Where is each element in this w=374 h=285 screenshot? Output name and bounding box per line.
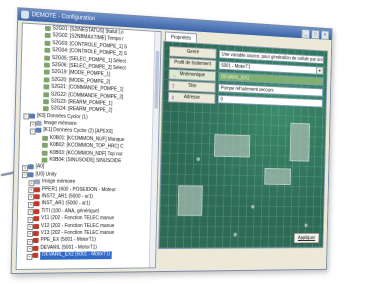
properties-panel: Genre Une variable source, pour génératio… bbox=[158, 40, 328, 250]
doc-icon bbox=[43, 91, 50, 97]
tree-item[interactable]: + DEVARIL_EX2 (5001 - MotorT1) bbox=[17, 251, 156, 260]
property-label[interactable]: # Adresse bbox=[167, 91, 216, 105]
device-icon bbox=[32, 230, 39, 236]
tree-item-label: V12 (202 - Fonction TELEC manue bbox=[40, 222, 115, 229]
doc-icon bbox=[42, 106, 49, 112]
tree-item-label: V11 (202 - Fonction TELEC manue bbox=[41, 215, 115, 222]
property-value: Pompe refoulement secours bbox=[220, 85, 274, 94]
tree-item[interactable]: + V12 (202 - Fonction TELEC manue bbox=[18, 223, 157, 230]
folder-icon bbox=[27, 172, 34, 178]
device-icon bbox=[34, 186, 40, 192]
scroll-thumb[interactable] bbox=[154, 50, 160, 109]
config-window: DEMOTE - Configuration _ □ × S2G01: [S2I… bbox=[10, 7, 333, 275]
property-label-text: Titre bbox=[187, 83, 197, 90]
property-label-text: Profil de traitement bbox=[174, 59, 212, 68]
device-icon bbox=[33, 201, 40, 207]
property-label-text: Genre bbox=[186, 48, 200, 56]
device-icon bbox=[32, 245, 39, 251]
app-icon bbox=[21, 10, 30, 19]
board-chip bbox=[213, 134, 251, 158]
memory-icon bbox=[34, 179, 41, 185]
property-icon: T bbox=[171, 83, 175, 90]
board-chip bbox=[177, 185, 203, 216]
folder-icon bbox=[27, 164, 34, 170]
property-icon: # bbox=[171, 95, 175, 102]
doc-icon bbox=[43, 69, 50, 75]
device-icon bbox=[33, 216, 40, 222]
device-icon bbox=[33, 208, 40, 214]
board-via bbox=[304, 223, 308, 228]
board-via bbox=[233, 232, 237, 237]
board-via bbox=[196, 157, 201, 162]
doc-icon bbox=[43, 84, 50, 90]
device-icon bbox=[32, 252, 39, 258]
board-chip bbox=[289, 122, 311, 162]
doc-icon bbox=[43, 77, 50, 83]
folder-icon bbox=[35, 128, 42, 134]
folder-icon bbox=[29, 113, 36, 119]
doc-icon bbox=[42, 135, 49, 141]
property-icon: ↔ bbox=[172, 72, 177, 79]
doc-icon bbox=[41, 150, 48, 156]
property-label-text: Adresse bbox=[183, 94, 200, 101]
device-icon bbox=[33, 194, 40, 200]
memory-icon bbox=[35, 120, 42, 126]
device-icon bbox=[32, 238, 39, 244]
doc-icon bbox=[43, 99, 49, 105]
doc-icon bbox=[44, 40, 51, 46]
property-label-text: Mnémonique bbox=[179, 71, 206, 79]
device-icon bbox=[33, 223, 40, 229]
property-value: DEVARIL_EX2 bbox=[220, 74, 250, 82]
board-via bbox=[251, 204, 255, 209]
doc-icon bbox=[44, 47, 51, 54]
apply-button[interactable]: Appliquer bbox=[293, 232, 320, 244]
doc-icon bbox=[44, 33, 51, 39]
doc-icon bbox=[41, 157, 48, 163]
window-title: DEMOTE - Configuration bbox=[31, 12, 96, 23]
property-value: 0 bbox=[220, 96, 223, 103]
property-value: 5001 - MotorT1 bbox=[221, 63, 251, 71]
doc-icon bbox=[44, 55, 51, 61]
board-chip bbox=[264, 168, 292, 186]
doc-icon bbox=[44, 25, 51, 32]
tree-view[interactable]: S2G01: [S2INESTATUS] Statut Lo S2G02: [S2… bbox=[15, 22, 162, 271]
maximize-button[interactable]: □ bbox=[311, 29, 320, 40]
doc-icon bbox=[41, 142, 48, 149]
minimize-button[interactable]: _ bbox=[301, 29, 310, 39]
doc-icon bbox=[43, 62, 50, 68]
close-button[interactable]: × bbox=[320, 30, 330, 40]
tree-item-label: DEVARIL_EX2 (5001 - MotorT1) bbox=[40, 251, 112, 260]
property-label[interactable]: T Titre bbox=[168, 80, 216, 93]
properties-pane: Propriétés Genre Une variable source, pou… bbox=[158, 31, 328, 266]
chevron-down-icon[interactable]: ▼ bbox=[316, 67, 323, 74]
